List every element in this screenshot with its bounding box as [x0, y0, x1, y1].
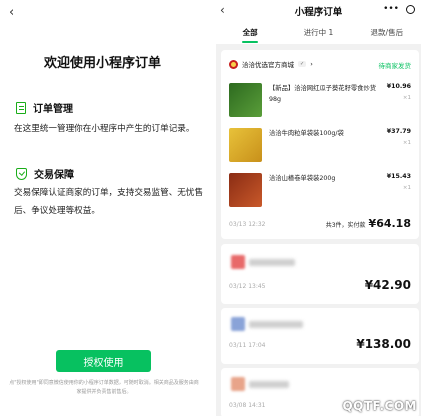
capsule-menu: ••• — [383, 4, 415, 14]
list-item[interactable]: 【新品】洽洽网红瓜子葵花籽零食炒货98g ¥10.96 ×1 — [229, 83, 413, 123]
shop-name-redacted — [249, 321, 303, 328]
product-price: ¥15.43 — [386, 173, 411, 180]
shield-check-icon — [16, 167, 27, 180]
list-item[interactable]: 洽洽山楂卷单袋装200g ¥15.43 ×1 — [229, 173, 413, 213]
section-title: 订单管理 — [33, 104, 73, 115]
order-card[interactable]: 03/11 17:04 ¥138.00 — [221, 308, 419, 364]
section-order-management: 订单管理 — [16, 100, 73, 115]
total-label: 共3件，实付款 — [325, 222, 366, 229]
shop-logo — [231, 317, 245, 331]
chevron-right-icon: › — [310, 60, 313, 68]
shop-header[interactable]: 洽洽优选官方商城 ✓ › — [229, 59, 313, 69]
product-name: 洽洽牛肉粒单袋装100g/袋 — [269, 130, 344, 137]
shop-name-redacted — [249, 381, 289, 388]
tab-in-progress[interactable]: 进行中 1 — [284, 20, 352, 44]
shop-logo — [231, 255, 245, 269]
section-description: 在这里统一管理你在小程序中产生的订单记录。 — [14, 124, 195, 134]
product-thumbnail — [229, 83, 262, 117]
nav-bar: ‹ 小程序订单 ••• — [216, 0, 421, 20]
order-date: 03/08 14:31 — [229, 402, 266, 409]
list-item[interactable]: 洽洽牛肉粒单袋装100g/袋 ¥37.79 ×1 — [229, 128, 413, 168]
total-amount: ¥138.00 — [356, 337, 411, 351]
order-date: 03/12 13:45 — [229, 283, 266, 290]
authorization-panel: ‹ 欢迎使用小程序订单 订单管理 在这里统一管理你在小程序中产生的订单记录。 交… — [0, 0, 205, 416]
section-description: 交易保障认证商家的订单，支持交易监管、无忧售后、争议处理等权益。 — [14, 188, 204, 216]
product-quantity: ×1 — [402, 185, 411, 191]
more-icon[interactable]: ••• — [383, 4, 399, 14]
section-title: 交易保障 — [34, 170, 74, 181]
total-amount: ¥64.18 — [368, 217, 411, 230]
section-transaction-protection: 交易保障 — [16, 166, 74, 181]
tab-all[interactable]: 全部 — [216, 20, 284, 44]
watermark: QQTF.COM — [342, 399, 417, 413]
order-card[interactable]: 03/12 13:45 ¥42.90 — [221, 244, 419, 304]
close-circle-icon[interactable] — [406, 4, 415, 14]
shop-logo — [229, 59, 238, 69]
order-status: 待商家发货 — [378, 62, 412, 70]
document-icon — [16, 101, 26, 114]
welcome-title: 欢迎使用小程序订单 — [43, 56, 161, 71]
product-price: ¥37.79 — [386, 128, 411, 135]
orders-panel: ‹ 小程序订单 ••• 全部 进行中 1 退款/售后 洽洽优选官方商城 ✓ › … — [216, 0, 421, 416]
product-quantity: ×1 — [402, 95, 411, 101]
product-thumbnail — [229, 128, 262, 162]
back-icon[interactable]: ‹ — [9, 5, 14, 20]
order-date: 03/11 17:04 — [229, 342, 266, 349]
shop-name-redacted — [249, 259, 295, 266]
order-total: 共3件，实付款 ¥64.18 — [326, 217, 411, 230]
panel-divider — [205, 0, 216, 416]
order-date: 03/13 12:32 — [229, 221, 266, 228]
product-price: ¥10.96 — [386, 83, 411, 90]
authorize-button[interactable]: 授权使用 — [56, 350, 151, 372]
product-name: 【新品】洽洽网红瓜子葵花籽零食炒货98g — [269, 85, 377, 103]
product-thumbnail — [229, 173, 262, 207]
verified-badge: ✓ — [298, 61, 307, 67]
authorization-footnote: 点"授权使用"即同意微信使用你的小程序订单数据，可随时取消。相关商品及服务由商家… — [9, 380, 199, 395]
tab-refund[interactable]: 退款/售后 — [353, 20, 421, 44]
order-tabs: 全部 进行中 1 退款/售后 — [216, 20, 421, 44]
total-amount: ¥42.90 — [364, 278, 411, 292]
order-card[interactable]: 洽洽优选官方商城 ✓ › 待商家发货 【新品】洽洽网红瓜子葵花籽零食炒货98g … — [221, 50, 419, 239]
product-quantity: ×1 — [402, 140, 411, 146]
shop-name: 洽洽优选官方商城 — [242, 61, 294, 69]
shop-logo — [231, 377, 245, 391]
product-name: 洽洽山楂卷单袋装200g — [269, 175, 336, 182]
